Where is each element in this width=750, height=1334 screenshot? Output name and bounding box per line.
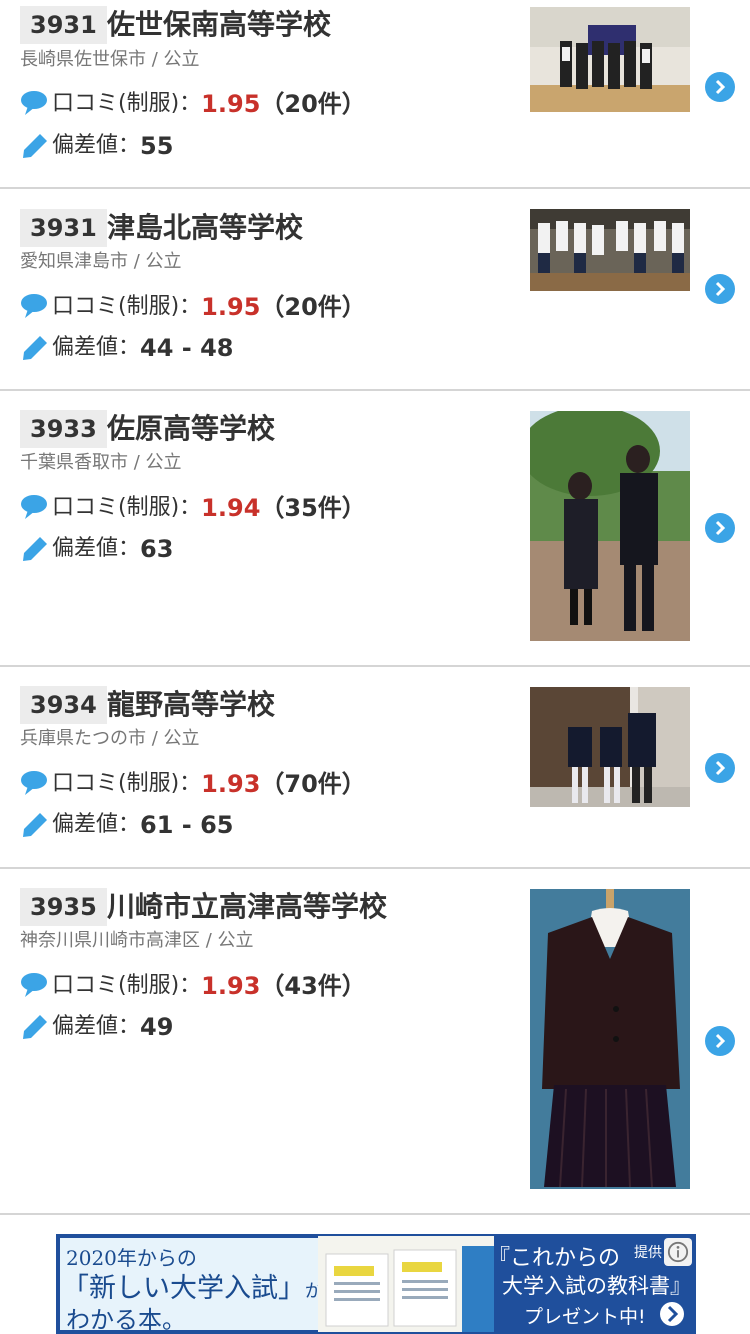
review-count: （20件） (260, 90, 366, 118)
chevron-right-icon[interactable] (705, 72, 735, 102)
school-name[interactable]: 佐世保南高等学校 (107, 6, 331, 44)
school-location: 愛知県津島市 / 公立 (20, 251, 182, 272)
speech-bubble-icon (20, 292, 50, 322)
school-list-item[interactable]: 3931 津島北高等学校 愛知県津島市 / 公立 口コミ(制服)： 1.95 （… (0, 189, 750, 391)
uniform-review-row: 口コミ(制服)： 1.95 （20件） (20, 88, 366, 120)
rank-badge: 3935 (20, 888, 107, 926)
pencil-icon (20, 1012, 50, 1042)
review-score: 1.93 (201, 770, 261, 798)
hensachi-value: 55 (140, 132, 174, 160)
school-thumbnail[interactable] (530, 687, 690, 807)
review-score: 1.95 (201, 90, 261, 118)
review-label: 口コミ(制服)： (52, 294, 202, 319)
school-list-item[interactable]: 3931 佐世保南高等学校 長崎県佐世保市 / 公立 口コミ(制服)： 1.95… (0, 0, 750, 189)
pencil-icon (20, 131, 50, 161)
review-label: 口コミ(制服)： (52, 91, 202, 116)
hensachi-row: 偏差値： 61 - 65 (20, 809, 233, 841)
school-name[interactable]: 佐原高等学校 (107, 410, 275, 448)
hensachi-label: 偏差値： (52, 1014, 141, 1039)
school-location: 神奈川県川崎市高津区 / 公立 (20, 930, 254, 951)
hensachi-row: 偏差値： 63 (20, 533, 173, 565)
school-location: 千葉県香取市 / 公立 (20, 452, 182, 473)
hensachi-value: 63 (140, 535, 174, 563)
hensachi-label: 偏差値： (52, 335, 141, 360)
chevron-right-icon[interactable] (705, 274, 735, 304)
hensachi-label: 偏差値： (52, 536, 141, 561)
school-thumbnail[interactable] (530, 7, 690, 112)
hensachi-row: 偏差値： 44 - 48 (20, 332, 233, 364)
speech-bubble-icon (20, 89, 50, 119)
rank-badge: 3933 (20, 410, 107, 448)
school-thumbnail[interactable] (530, 889, 690, 1189)
review-count: （70件） (260, 770, 366, 798)
hensachi-label: 偏差値： (52, 812, 141, 837)
ad-info-icon[interactable] (664, 1238, 692, 1266)
school-list-item[interactable]: 3935 川崎市立高津高等学校 神奈川県川崎市高津区 / 公立 口コミ(制服)：… (0, 869, 750, 1215)
hensachi-row: 偏差値： 55 (20, 130, 173, 162)
hensachi-value: 49 (140, 1013, 174, 1041)
ad-headline-3: わかる本。 (66, 1306, 186, 1334)
rank-badge: 3931 (20, 6, 107, 44)
chevron-right-icon[interactable] (705, 513, 735, 543)
rank-badge: 3934 (20, 686, 107, 724)
uniform-review-row: 口コミ(制服)： 1.94 （35件） (20, 492, 366, 524)
hensachi-label: 偏差値： (52, 133, 141, 158)
ad-book-image (318, 1236, 494, 1332)
ad-left-panel: 2020年からの 「新しい大学入試」が わかる本。 (60, 1238, 328, 1334)
uniform-review-row: 口コミ(制服)： 1.95 （20件） (20, 291, 366, 323)
school-name[interactable]: 川崎市立高津高等学校 (107, 888, 387, 926)
hensachi-value: 44 - 48 (140, 334, 234, 362)
review-count: （20件） (260, 293, 366, 321)
pencil-icon (20, 333, 50, 363)
speech-bubble-icon (20, 971, 50, 1001)
pencil-icon (20, 810, 50, 840)
review-score: 1.94 (201, 494, 261, 522)
rank-badge: 3931 (20, 209, 107, 247)
speech-bubble-icon (20, 493, 50, 523)
school-name[interactable]: 津島北高等学校 (107, 209, 303, 247)
review-count: （35件） (260, 494, 366, 522)
chevron-right-icon[interactable] (705, 1026, 735, 1056)
school-thumbnail[interactable] (530, 209, 690, 291)
school-location: 兵庫県たつの市 / 公立 (20, 728, 200, 749)
school-list-item[interactable]: 3934 龍野高等学校 兵庫県たつの市 / 公立 口コミ(制服)： 1.93 （… (0, 667, 750, 869)
uniform-review-row: 口コミ(制服)： 1.93 （70件） (20, 768, 366, 800)
chevron-right-icon[interactable] (705, 753, 735, 783)
review-count: （43件） (260, 972, 366, 1000)
school-name[interactable]: 龍野高等学校 (107, 686, 275, 724)
ad-banner[interactable]: 2020年からの 「新しい大学入試」が わかる本。 『これからの 提供： 大学入… (56, 1234, 696, 1334)
review-score: 1.93 (201, 972, 261, 1000)
hensachi-row: 偏差値： 49 (20, 1011, 173, 1043)
review-label: 口コミ(制服)： (52, 973, 202, 998)
review-label: 口コミ(制服)： (52, 495, 202, 520)
ad-cta-text: プレゼント中! (524, 1306, 646, 1328)
school-location: 長崎県佐世保市 / 公立 (20, 49, 200, 70)
uniform-review-row: 口コミ(制服)： 1.93 （43件） (20, 970, 366, 1002)
school-thumbnail[interactable] (530, 411, 690, 641)
hensachi-value: 61 - 65 (140, 811, 234, 839)
speech-bubble-icon (20, 769, 50, 799)
review-score: 1.95 (201, 293, 261, 321)
ad-go-icon[interactable] (660, 1302, 684, 1326)
school-list-item[interactable]: 3933 佐原高等学校 千葉県香取市 / 公立 口コミ(制服)： 1.94 （3… (0, 391, 750, 667)
ad-title-2: 大学入試の教科書』 (502, 1274, 691, 1298)
ad-title-1: 『これからの (488, 1246, 621, 1271)
pencil-icon (20, 534, 50, 564)
review-label: 口コミ(制服)： (52, 771, 202, 796)
